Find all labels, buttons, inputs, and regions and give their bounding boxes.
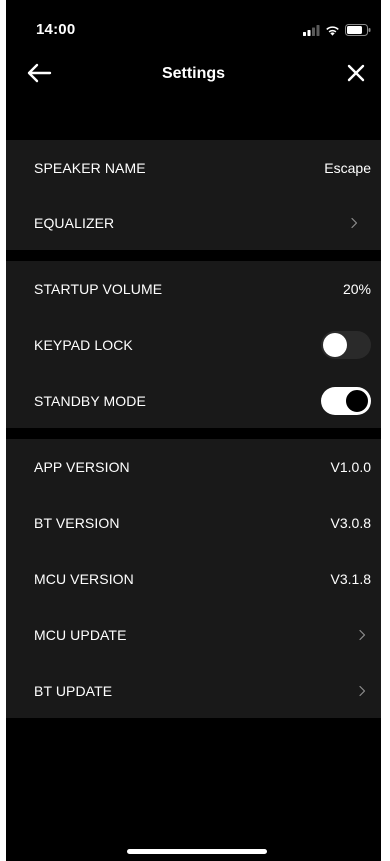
wifi-icon [325, 23, 340, 41]
speaker-name-value: Escape [324, 159, 371, 176]
mcu-version-value: V3.1.8 [330, 571, 371, 587]
standby-mode-label: STANDBY MODE [34, 393, 146, 409]
equalizer-row[interactable]: EQUALIZER [6, 195, 381, 250]
standby-mode-toggle[interactable] [321, 387, 371, 415]
chevron-right-icon [345, 217, 363, 229]
bt-version-value: V3.0.8 [330, 515, 371, 531]
settings-group-controls: STARTUP VOLUME 20% KEYPAD LOCK STANDBY M… [6, 261, 381, 428]
settings-group-info: APP VERSION V1.0.0 BT VERSION V3.0.8 MCU… [6, 439, 381, 718]
chevron-right-icon [353, 629, 371, 641]
settings-group-device: SPEAKER NAME Escape EQUALIZER [6, 140, 381, 250]
status-time: 14:00 [36, 21, 76, 38]
bt-update-row[interactable]: BT UPDATE [6, 663, 381, 719]
app-version-value: V1.0.0 [330, 459, 371, 475]
toggle-knob [323, 333, 347, 357]
startup-volume-value: 20% [342, 281, 371, 297]
mcu-update-row[interactable]: MCU UPDATE [6, 607, 381, 663]
mcu-version-row: MCU VERSION V3.1.8 [6, 551, 381, 607]
startup-volume-label: STARTUP VOLUME [34, 281, 163, 297]
app-version-row: APP VERSION V1.0.0 [6, 439, 381, 495]
speaker-name-label: SPEAKER NAME [34, 159, 146, 176]
status-icons [303, 23, 371, 41]
cellular-signal-icon [303, 23, 320, 41]
close-icon [347, 64, 365, 87]
standby-mode-row: STANDBY MODE [6, 373, 381, 429]
mcu-update-label: MCU UPDATE [34, 627, 127, 643]
app-version-label: APP VERSION [34, 459, 130, 475]
toggle-knob [345, 389, 369, 413]
page-title: Settings [161, 65, 226, 82]
keypad-lock-toggle[interactable] [321, 331, 371, 359]
bt-version-row: BT VERSION V3.0.8 [6, 495, 381, 551]
keypad-lock-label: KEYPAD LOCK [34, 337, 133, 353]
bt-update-label: BT UPDATE [34, 683, 113, 699]
phone-screen: 14:00 Settings SPEAKER NAME Escape EQUAL… [6, 0, 381, 861]
equalizer-label: EQUALIZER [34, 214, 115, 231]
close-button[interactable] [343, 62, 369, 88]
nav-bar: Settings [6, 50, 381, 100]
status-bar: 14:00 [6, 0, 381, 44]
mcu-version-label: MCU VERSION [34, 571, 134, 587]
speaker-name-row[interactable]: SPEAKER NAME Escape [6, 140, 381, 195]
keypad-lock-row: KEYPAD LOCK [6, 317, 381, 373]
home-indicator [127, 849, 267, 854]
startup-volume-row[interactable]: STARTUP VOLUME 20% [6, 261, 381, 317]
bt-version-label: BT VERSION [34, 515, 120, 531]
battery-icon [345, 23, 371, 41]
chevron-right-icon [353, 685, 371, 697]
